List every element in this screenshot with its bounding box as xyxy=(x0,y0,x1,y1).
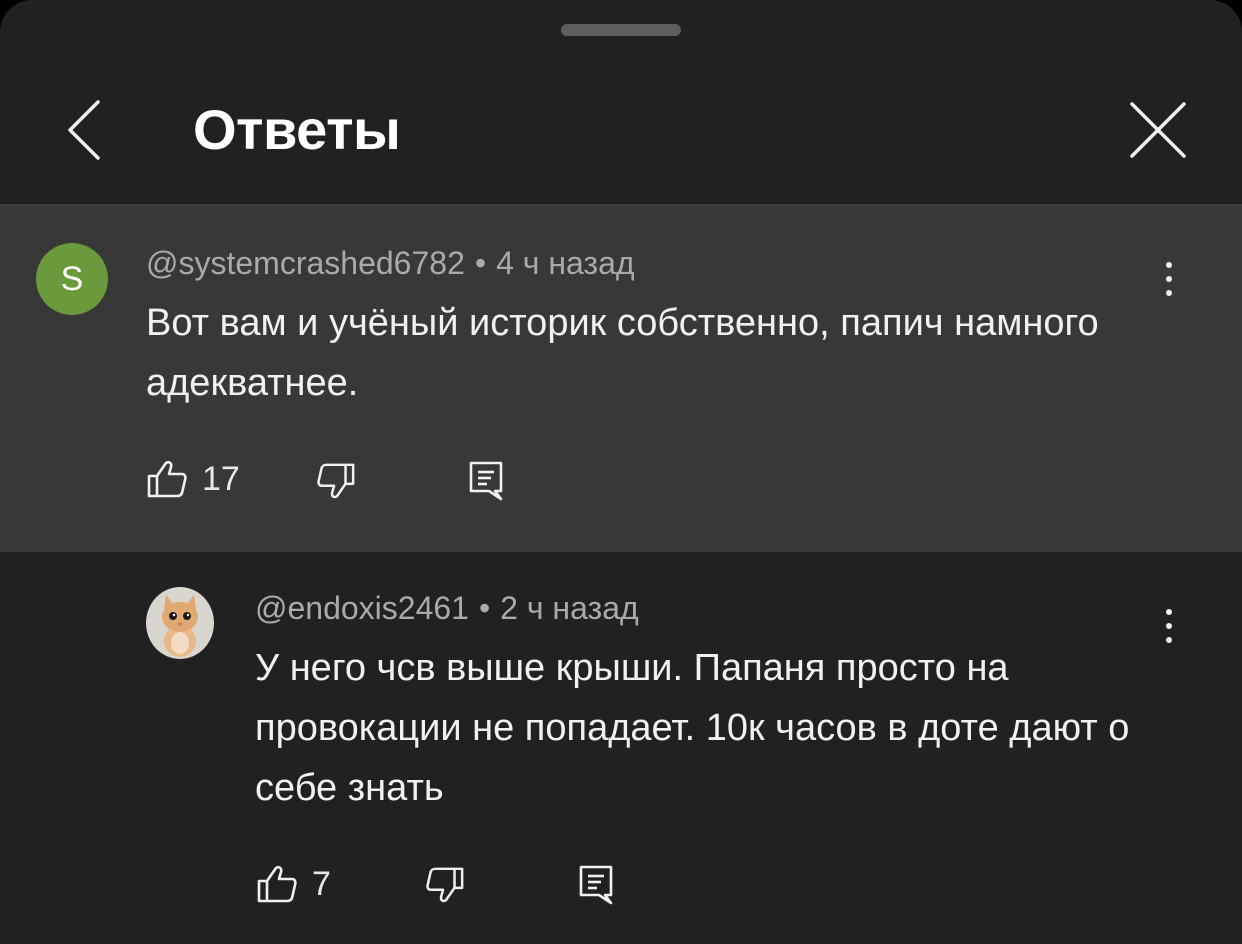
meta-separator: • xyxy=(474,245,487,281)
reply-text: У него чсв выше крыши. Папаня просто на … xyxy=(255,647,1130,809)
more-vert-icon-dot xyxy=(1166,623,1172,629)
reply-menu-button[interactable] xyxy=(1149,596,1189,656)
reply-comment-icon xyxy=(469,461,503,501)
like-button[interactable]: 17 xyxy=(146,459,240,499)
more-vert-icon xyxy=(1166,609,1172,615)
avatar[interactable] xyxy=(146,587,214,659)
reply-comment-icon xyxy=(579,865,613,905)
close-icon xyxy=(1130,102,1186,158)
close-button[interactable] xyxy=(1120,92,1196,168)
reply-meta: @endoxis2461 • 2 ч назад xyxy=(255,588,639,628)
more-vert-icon-dot xyxy=(1166,290,1172,296)
replies-sheet: Ответы S @systemcrashed6782 • 4 ч назад Во… xyxy=(0,0,1242,944)
like-count: 7 xyxy=(312,865,331,903)
dislike-button[interactable] xyxy=(425,865,465,905)
page-title: Ответы xyxy=(193,98,401,161)
parent-comment: S @systemcrashed6782 • 4 ч назад Вот вам и… xyxy=(0,207,1242,552)
cat-avatar-icon xyxy=(146,587,214,659)
reply-author[interactable]: @endoxis2461 xyxy=(255,590,469,626)
more-vert-icon xyxy=(1166,262,1172,268)
thumb-up-icon xyxy=(257,865,297,903)
comment-text: Вот вам и учёный историк собственно, пап… xyxy=(146,302,1099,404)
reply-button[interactable] xyxy=(469,461,503,501)
more-vert-icon-dot xyxy=(1166,637,1172,643)
dislike-button[interactable] xyxy=(316,461,356,501)
more-vert-icon-dot xyxy=(1166,276,1172,282)
like-button[interactable]: 7 xyxy=(256,864,331,904)
avatar[interactable]: S xyxy=(36,243,108,315)
drag-handle[interactable] xyxy=(561,24,681,36)
thumb-down-icon xyxy=(317,463,355,499)
chevron-left-icon xyxy=(68,100,100,160)
reply-time[interactable]: 2 ч назад xyxy=(500,590,639,626)
comment-meta: @systemcrashed6782 • 4 ч назад xyxy=(146,243,635,283)
back-button[interactable] xyxy=(56,94,112,166)
comment-time[interactable]: 4 ч назад xyxy=(496,245,635,281)
thumb-up-icon xyxy=(147,460,187,498)
reply-button[interactable] xyxy=(579,865,613,905)
like-count: 17 xyxy=(202,460,240,498)
meta-separator: • xyxy=(478,590,491,626)
comment-author[interactable]: @systemcrashed6782 xyxy=(146,245,465,281)
comment-menu-button[interactable] xyxy=(1149,249,1189,309)
avatar-letter: S xyxy=(60,259,84,298)
thumb-down-icon xyxy=(426,867,464,903)
